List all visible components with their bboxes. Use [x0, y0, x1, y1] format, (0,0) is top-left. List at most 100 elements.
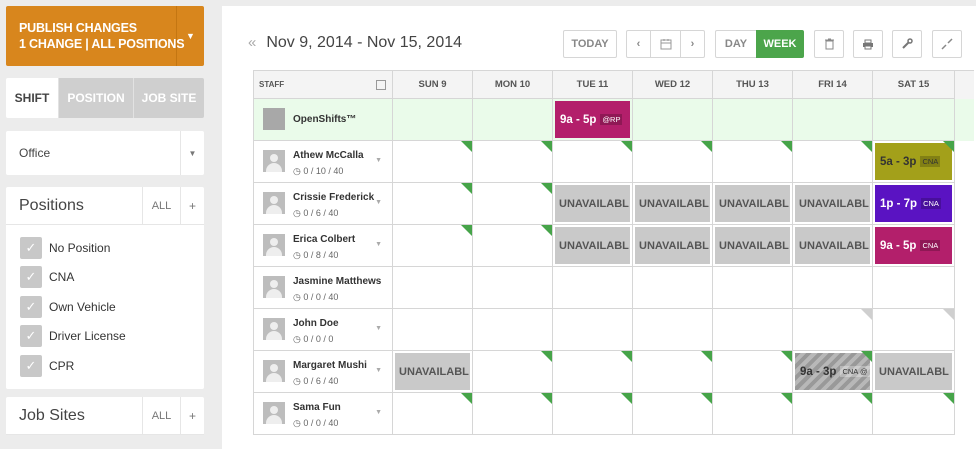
schedule-cell[interactable]: UNAVAILABL: [793, 225, 873, 267]
schedule-cell[interactable]: [873, 309, 955, 351]
schedule-cell[interactable]: [713, 267, 793, 309]
schedule-cell[interactable]: [713, 141, 793, 183]
schedule-cell[interactable]: [633, 393, 713, 435]
schedule-cell[interactable]: 5a - 3p CNA: [873, 141, 955, 183]
shift-block[interactable]: 5a - 3p CNA: [875, 143, 952, 180]
unavailable-block[interactable]: UNAVAILABL: [555, 185, 630, 222]
tab-position[interactable]: POSITION: [58, 78, 133, 118]
staff-name[interactable]: Margaret Mushi: [293, 360, 367, 371]
schedule-cell[interactable]: UNAVAILABL: [553, 183, 633, 225]
chevron-down-icon[interactable]: ▼: [375, 241, 382, 248]
schedule-cell[interactable]: [393, 393, 473, 435]
next-chevron-icon[interactable]: ›: [680, 30, 705, 58]
schedule-cell[interactable]: [553, 309, 633, 351]
chevron-down-icon[interactable]: ▼: [375, 199, 382, 206]
location-select[interactable]: Office ▼: [6, 131, 204, 175]
trash-icon[interactable]: [814, 30, 844, 58]
schedule-cell[interactable]: UNAVAILABL: [633, 183, 713, 225]
schedule-cell[interactable]: [633, 267, 713, 309]
schedule-cell[interactable]: [473, 183, 553, 225]
schedule-cell[interactable]: 9a - 3p CNA @: [793, 351, 873, 393]
staff-name[interactable]: Athew McCalla: [293, 150, 364, 161]
schedule-cell[interactable]: UNAVAILABL: [793, 183, 873, 225]
position-item-no-position[interactable]: ✓ No Position: [20, 233, 204, 263]
schedule-cell[interactable]: [633, 309, 713, 351]
schedule-cell[interactable]: [873, 99, 955, 141]
unavailable-block[interactable]: UNAVAILABL: [795, 227, 870, 264]
open-shift-block[interactable]: 9a - 5p @RP: [555, 101, 630, 138]
unavailable-block[interactable]: UNAVAILABL: [875, 353, 952, 390]
wrench-icon[interactable]: [892, 30, 922, 58]
add-position-button[interactable]: +: [180, 187, 204, 225]
unavailable-block[interactable]: UNAVAILABL: [715, 185, 790, 222]
schedule-cell[interactable]: [793, 99, 873, 141]
schedule-cell[interactable]: [633, 99, 713, 141]
schedule-cell[interactable]: [713, 99, 793, 141]
week-view-button[interactable]: WEEK: [756, 30, 804, 58]
unavailable-block[interactable]: UNAVAILABL: [715, 227, 790, 264]
schedule-cell[interactable]: [473, 351, 553, 393]
job-sites-all-button[interactable]: ALL: [142, 396, 180, 435]
chevron-down-icon[interactable]: ▼: [375, 157, 382, 164]
unavailable-block[interactable]: UNAVAILABL: [635, 185, 710, 222]
schedule-cell[interactable]: 9a - 5p CNA: [873, 225, 955, 267]
schedule-cell[interactable]: [793, 393, 873, 435]
chevron-down-icon[interactable]: ▼: [375, 409, 382, 416]
unavailable-block[interactable]: UNAVAILABL: [635, 227, 710, 264]
schedule-cell[interactable]: [473, 225, 553, 267]
unavailable-block[interactable]: UNAVAILABL: [795, 185, 870, 222]
double-chevron-left-icon[interactable]: «: [248, 34, 256, 51]
today-button[interactable]: TODAY: [563, 30, 617, 58]
unavailable-block[interactable]: UNAVAILABL: [395, 353, 470, 390]
schedule-cell[interactable]: [393, 183, 473, 225]
schedule-cell[interactable]: [393, 99, 473, 141]
schedule-cell[interactable]: [713, 309, 793, 351]
schedule-cell[interactable]: [393, 267, 473, 309]
publish-changes-button[interactable]: PUBLISH CHANGES 1 CHANGE | ALL POSITIONS…: [6, 6, 204, 66]
schedule-cell[interactable]: [793, 141, 873, 183]
schedule-cell[interactable]: UNAVAILABL: [873, 351, 955, 393]
schedule-cell[interactable]: [873, 267, 955, 309]
chevron-down-icon[interactable]: ▼: [180, 131, 204, 175]
chevron-down-icon[interactable]: ▼: [176, 6, 204, 66]
schedule-cell[interactable]: [473, 393, 553, 435]
staff-name[interactable]: Jasmine Matthews: [293, 276, 381, 287]
schedule-cell[interactable]: UNAVAILABL: [553, 225, 633, 267]
schedule-cell[interactable]: [473, 141, 553, 183]
staff-name[interactable]: Crissie Frederick: [293, 192, 374, 203]
tab-shift[interactable]: SHIFT: [6, 78, 58, 118]
position-item-cna[interactable]: ✓ CNA: [20, 263, 204, 293]
schedule-cell[interactable]: UNAVAILABL: [713, 225, 793, 267]
schedule-cell[interactable]: [633, 351, 713, 393]
schedule-cell[interactable]: [793, 267, 873, 309]
staff-name[interactable]: Sama Fun: [293, 402, 341, 413]
day-view-button[interactable]: DAY: [715, 30, 757, 58]
add-job-site-button[interactable]: +: [180, 396, 204, 435]
schedule-cell[interactable]: 1p - 7p CNA: [873, 183, 955, 225]
schedule-cell[interactable]: [553, 267, 633, 309]
shift-block[interactable]: 1p - 7p CNA: [875, 185, 952, 222]
print-icon[interactable]: [853, 30, 883, 58]
staff-name[interactable]: Erica Colbert: [293, 234, 355, 245]
schedule-cell[interactable]: [873, 393, 955, 435]
schedule-cell[interactable]: [393, 141, 473, 183]
unavailable-block[interactable]: UNAVAILABL: [555, 227, 630, 264]
calendar-icon[interactable]: [650, 30, 681, 58]
position-item-own-vehicle[interactable]: ✓ Own Vehicle: [20, 292, 204, 322]
position-item-cpr[interactable]: ✓ CPR: [20, 351, 204, 381]
schedule-cell[interactable]: [713, 351, 793, 393]
staff-name[interactable]: John Doe: [293, 318, 339, 329]
checkbox-checked-icon[interactable]: ✓: [20, 354, 42, 377]
schedule-cell[interactable]: [473, 267, 553, 309]
schedule-cell[interactable]: [393, 309, 473, 351]
shift-block[interactable]: 9a - 3p CNA @: [795, 353, 870, 390]
schedule-cell[interactable]: UNAVAILABL: [393, 351, 473, 393]
schedule-cell[interactable]: [473, 309, 553, 351]
checkbox-checked-icon[interactable]: ✓: [20, 325, 42, 348]
schedule-cell[interactable]: [553, 141, 633, 183]
chevron-down-icon[interactable]: ▼: [375, 367, 382, 374]
chevron-down-icon[interactable]: ▼: [375, 325, 382, 332]
tab-job-site[interactable]: JOB SITE: [133, 78, 204, 118]
schedule-cell[interactable]: 9a - 5p @RP: [553, 99, 633, 141]
schedule-cell[interactable]: [793, 309, 873, 351]
